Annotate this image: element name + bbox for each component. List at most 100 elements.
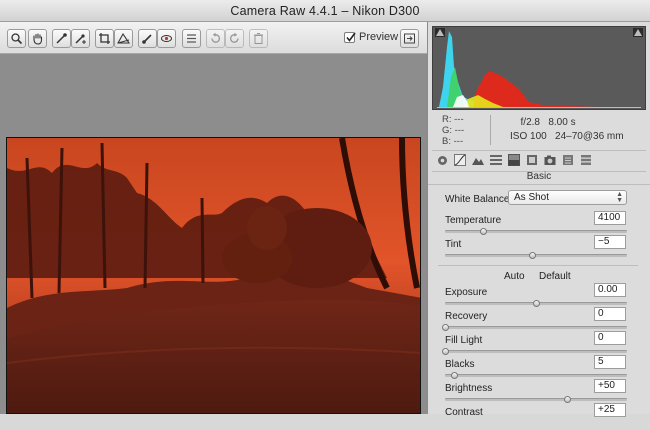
lens-icon <box>527 155 537 165</box>
contrast-label: Contrast <box>445 407 483 418</box>
exposure-value[interactable]: 0.00 <box>594 283 626 297</box>
mountain-icon <box>472 158 484 165</box>
auto-button[interactable]: Auto <box>504 271 525 282</box>
rgb-r-readout: R: --- <box>442 114 464 125</box>
presets-icon <box>563 155 573 165</box>
temperature-thumb[interactable] <box>480 228 488 235</box>
info-readout: R: --- G: --- B: --- f/2.8 8.00 s ISO 10… <box>432 112 646 148</box>
contrast-value[interactable]: +25 <box>594 403 626 417</box>
color-sampler-tool-button[interactable] <box>71 29 90 48</box>
photo-preview <box>6 137 421 414</box>
basic-panel: White Balance: As Shot ▲ ▼ Temperature 41… <box>428 184 650 418</box>
adjustments-panel: R: --- G: --- B: --- f/2.8 8.00 s ISO 10… <box>427 22 650 418</box>
tint-label: Tint <box>445 239 462 250</box>
brightness-thumb[interactable] <box>563 396 571 403</box>
hand-tool-button[interactable] <box>28 29 47 48</box>
hand-icon <box>33 33 43 45</box>
lens-tab[interactable] <box>525 153 539 167</box>
red-eye-tool-button[interactable] <box>157 29 176 48</box>
default-button[interactable]: Default <box>539 271 571 282</box>
white-balance-label: White Balance: <box>445 194 513 205</box>
checkmark-icon <box>346 32 356 42</box>
white-balance-value: As Shot <box>514 192 550 203</box>
histogram-graph <box>437 31 641 108</box>
brightness-track[interactable] <box>445 398 627 401</box>
preview-checkbox[interactable] <box>344 31 356 43</box>
panel-tabs <box>432 150 646 172</box>
fullscreen-button[interactable] <box>400 29 419 48</box>
preview-label: Preview <box>359 31 399 43</box>
detail-tab[interactable] <box>471 153 485 167</box>
rotate-ccw-icon <box>211 32 221 43</box>
snapshots-tab[interactable] <box>579 153 593 167</box>
temperature-value[interactable]: 4100 <box>594 211 626 225</box>
highlight-clipping-warning-icon[interactable] <box>633 28 643 37</box>
tone-curve-tab[interactable] <box>453 153 467 167</box>
blacks-label: Blacks <box>445 359 475 370</box>
rotate-cw-icon <box>229 32 239 43</box>
fullscreen-icon <box>404 33 415 44</box>
contrast-slider-row: Contrast +25 <box>428 403 650 430</box>
window-title: Camera Raw 4.4.1 – Nikon D300 <box>0 0 650 22</box>
recovery-thumb[interactable] <box>442 324 449 331</box>
aperture: f/2.8 <box>520 117 540 128</box>
brightness-label: Brightness <box>445 383 493 394</box>
preview-canvas[interactable] <box>0 54 427 414</box>
tint-value[interactable]: −5 <box>594 235 626 249</box>
split-tone-icon <box>508 154 520 166</box>
camera-settings: f/2.8 8.00 s ISO 100 24–70@36 mm <box>510 116 624 144</box>
blacks-value[interactable]: 5 <box>594 355 626 369</box>
rgb-b-readout: B: --- <box>442 136 464 147</box>
rotate-right-button[interactable] <box>225 29 244 48</box>
hsl-tab[interactable] <box>489 153 503 167</box>
brightness-value[interactable]: +50 <box>594 379 626 393</box>
histogram <box>432 26 646 110</box>
shadow-clipping-warning-icon[interactable] <box>435 28 445 37</box>
delete-button[interactable] <box>249 29 268 48</box>
rotate-left-button[interactable] <box>206 29 225 48</box>
info-divider <box>490 115 491 145</box>
retouch-tool-button[interactable] <box>138 29 157 48</box>
crop-icon <box>99 33 110 44</box>
temperature-track[interactable] <box>445 230 627 233</box>
exposure-thumb[interactable] <box>533 300 540 307</box>
preview-area: Preview <box>0 22 427 414</box>
recovery-value[interactable]: 0 <box>594 307 626 321</box>
camera-icon <box>544 155 556 165</box>
brush-icon <box>142 34 152 44</box>
trash-icon <box>254 33 263 44</box>
panel-divider <box>438 265 638 266</box>
blacks-thumb[interactable] <box>451 372 459 379</box>
preferences-button[interactable] <box>182 29 201 48</box>
white-balance-select[interactable]: As Shot ▲ ▼ <box>508 190 627 205</box>
red-eye-icon <box>161 35 172 42</box>
basic-tab[interactable] <box>435 153 449 167</box>
split-toning-tab[interactable] <box>507 153 521 167</box>
preview-toggle[interactable]: Preview <box>344 31 398 43</box>
temperature-label: Temperature <box>445 215 502 226</box>
exposure-label: Exposure <box>445 287 488 298</box>
blacks-track[interactable] <box>445 374 627 377</box>
select-arrows-icon: ▲ ▼ <box>616 191 623 204</box>
list-icon <box>187 34 196 43</box>
white-balance-tool-button[interactable] <box>52 29 71 48</box>
fill-light-track[interactable] <box>445 350 627 353</box>
toolbar: Preview <box>0 22 427 54</box>
recovery-track[interactable] <box>445 326 627 329</box>
lens: 24–70@36 mm <box>555 131 624 142</box>
magnifier-icon <box>11 33 23 45</box>
fill-light-label: Fill Light <box>445 335 483 346</box>
camera-calibration-tab[interactable] <box>543 153 557 167</box>
straighten-tool-button[interactable] <box>114 29 133 48</box>
tint-thumb[interactable] <box>529 252 537 259</box>
presets-tab[interactable] <box>561 153 575 167</box>
straighten-icon <box>117 32 130 44</box>
recovery-label: Recovery <box>445 311 488 322</box>
fill-light-value[interactable]: 0 <box>594 331 626 345</box>
fill-light-thumb[interactable] <box>442 348 449 355</box>
crop-tool-button[interactable] <box>95 29 114 48</box>
zoom-tool-button[interactable] <box>7 29 26 48</box>
curve-icon <box>454 154 466 166</box>
panel-title: Basic <box>428 170 650 185</box>
snapshots-icon <box>581 155 591 165</box>
